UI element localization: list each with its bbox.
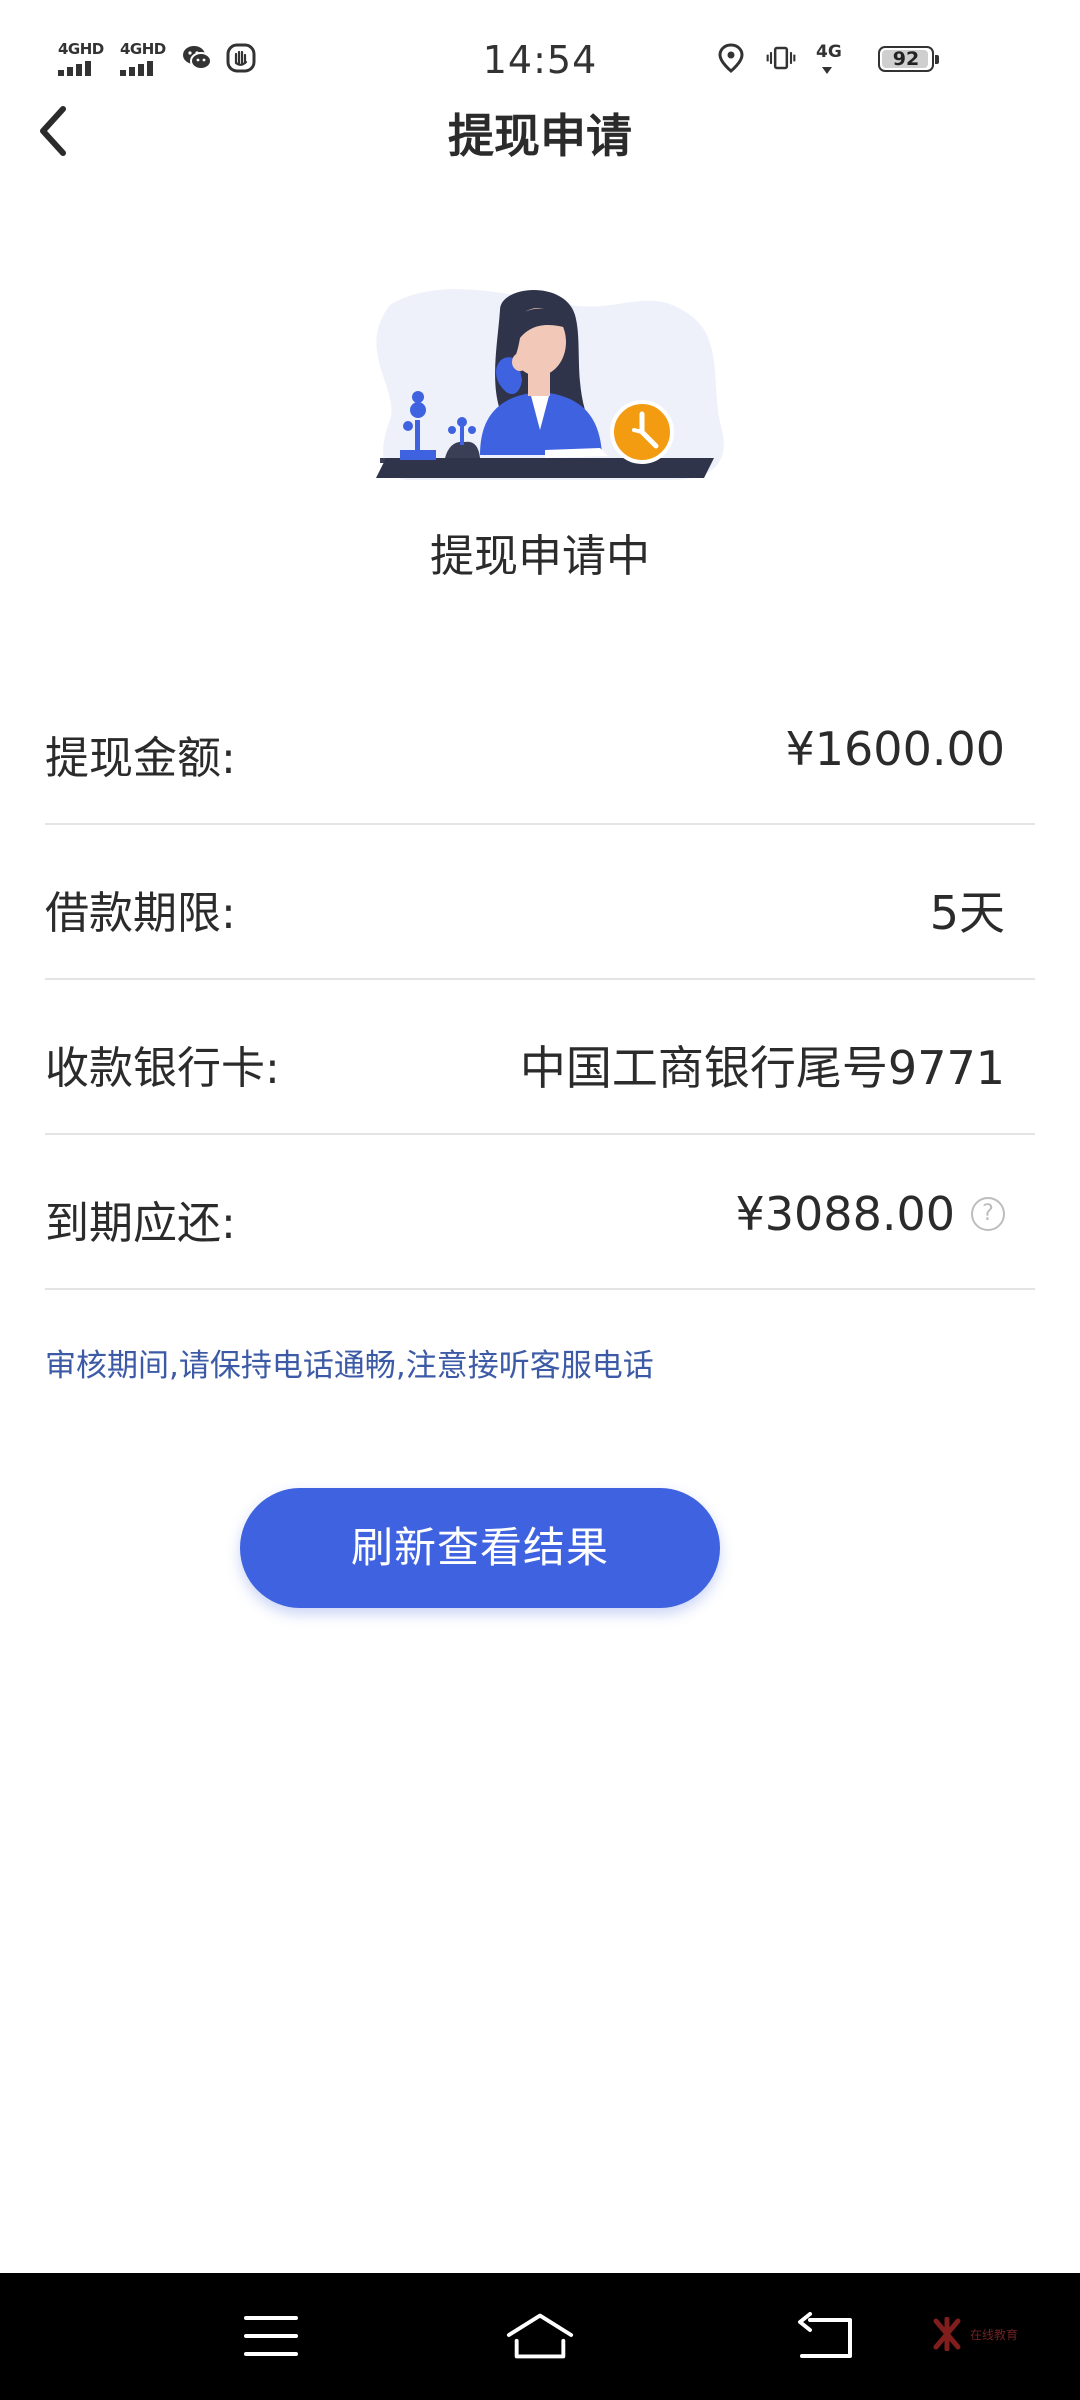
repayment-value: ¥3088.00	[735, 1187, 956, 1241]
review-notice: 审核期间,请保持电话通畅,注意接听客服电话	[45, 1348, 654, 1384]
battery-level: 92	[892, 48, 920, 70]
menu-button[interactable]	[236, 2303, 306, 2369]
home-button[interactable]	[505, 2303, 575, 2369]
page-header: 提现申请	[0, 90, 1080, 170]
amount-label: 提现金额:	[45, 733, 236, 784]
mobile-data-indicator: 4G	[816, 42, 850, 74]
location-icon	[716, 43, 746, 73]
watermark-text: 在线教育	[969, 2327, 1018, 2342]
refresh-result-button[interactable]: 刷新查看结果	[240, 1488, 720, 1608]
status-bar-right: 4G	[716, 42, 850, 74]
menu-icon	[244, 2316, 298, 2356]
watermark-logo: 在线教育	[932, 2317, 1018, 2351]
withdraw-application-screen: 4GHD 4GHD 14:54 4G 92 提现申请 提现申请中 提现金额: ¥…	[0, 0, 1080, 2400]
reviewing-illustration	[376, 289, 724, 480]
data-arrows-icon	[822, 67, 832, 74]
question-circle-icon[interactable]: ?	[971, 1197, 1005, 1231]
bank-card-label: 收款银行卡:	[45, 1043, 280, 1094]
logo-icon	[933, 2317, 961, 2351]
back-nav-button[interactable]	[790, 2303, 860, 2369]
bank-card-row: 收款银行卡: 中国工商银行尾号9771	[45, 980, 1035, 1135]
repayment-label: 到期应还:	[45, 1198, 236, 1249]
network-type-3: 4G	[816, 42, 842, 62]
back-icon	[798, 2312, 852, 2358]
term-label: 借款期限:	[45, 888, 236, 939]
page-title: 提现申请	[448, 109, 632, 163]
application-status: 提现申请中	[430, 531, 650, 582]
home-icon	[506, 2313, 574, 2359]
term-value: 5天	[929, 886, 1005, 940]
term-row: 借款期限: 5天	[45, 825, 1035, 980]
repayment-row: 到期应还: ¥3088.00 ?	[45, 1135, 1035, 1290]
battery-indicator: 92	[878, 46, 939, 72]
vibrate-icon	[766, 43, 796, 73]
withdraw-details: 提现金额: ¥1600.00 借款期限: 5天 收款银行卡: 中国工商银行尾号9…	[45, 670, 1035, 1290]
amount-value: ¥1600.00	[785, 722, 1006, 776]
system-nav-bar: 在线教育	[0, 2273, 1080, 2400]
amount-row: 提现金额: ¥1600.00	[45, 670, 1035, 825]
bank-card-value: 中国工商银行尾号9771	[519, 1041, 1005, 1095]
